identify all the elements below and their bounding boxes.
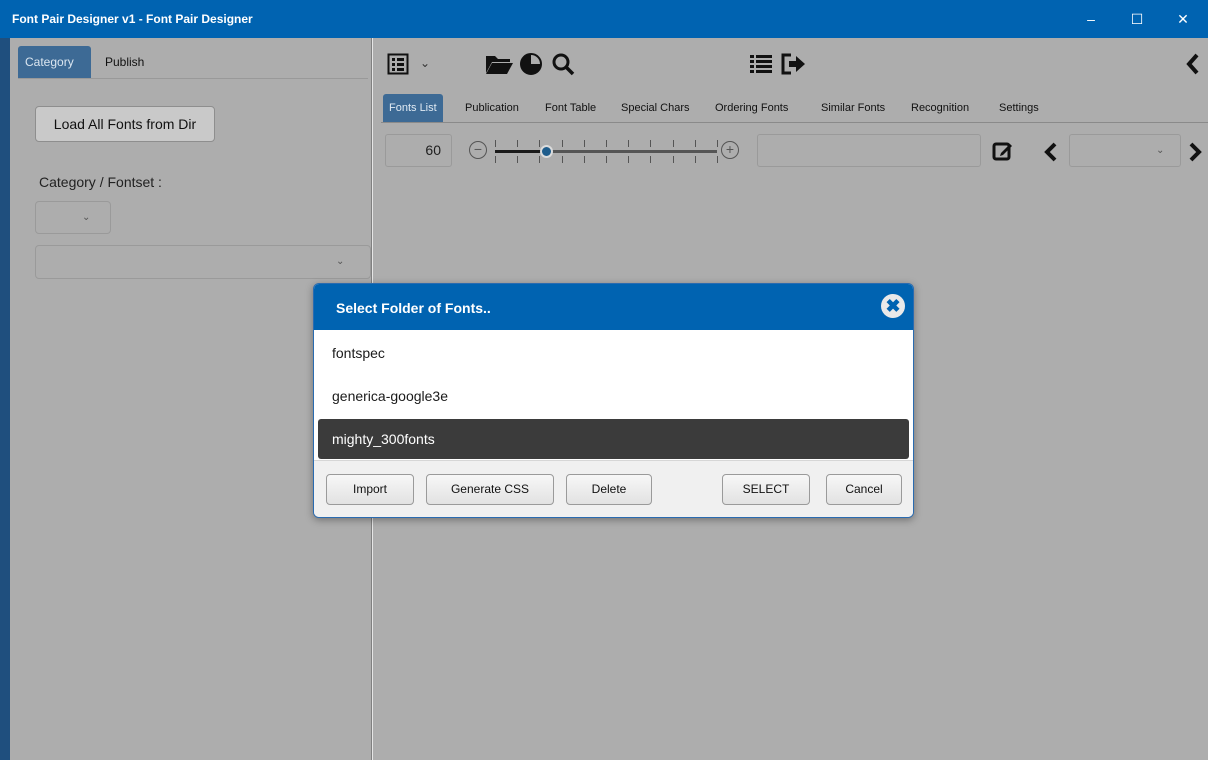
next-arrow-icon[interactable] <box>1185 134 1205 167</box>
zoom-in-icon[interactable]: + <box>721 141 739 159</box>
font-size-slider[interactable]: − + <box>459 134 739 168</box>
tab-settings[interactable]: Settings <box>999 94 1039 122</box>
tab-similar-fonts[interactable]: Similar Fonts <box>821 94 885 122</box>
slider-knob[interactable] <box>539 145 553 158</box>
folder-item-mighty-300fonts[interactable]: mighty_300fonts <box>318 419 909 459</box>
slider-tick <box>539 140 541 147</box>
tab-category[interactable]: Category <box>18 46 91 78</box>
slider-tick <box>717 156 718 163</box>
category-select[interactable]: ⌄ <box>35 201 111 234</box>
edit-icon[interactable] <box>989 134 1017 167</box>
dialog-title: Select Folder of Fonts.. <box>336 300 491 316</box>
slider-track-fill <box>495 150 547 153</box>
slider-tick <box>495 140 496 147</box>
bullet-list-icon[interactable] <box>747 46 775 80</box>
generate-css-button[interactable]: Generate CSS <box>426 474 554 505</box>
delete-button[interactable]: Delete <box>566 474 652 505</box>
slider-tick <box>495 156 496 163</box>
search-icon[interactable] <box>549 46 577 80</box>
fontset-select[interactable]: ⌄ <box>35 245 371 279</box>
page-select[interactable]: ⌄ <box>1069 134 1181 167</box>
slider-tick <box>539 156 541 163</box>
tab-special-chars[interactable]: Special Chars <box>621 94 689 122</box>
slider-tick <box>628 156 630 163</box>
title-bar: Font Pair Designer v1 - Font Pair Design… <box>0 0 1208 38</box>
select-button[interactable]: SELECT <box>722 474 810 505</box>
tab-divider <box>18 78 368 79</box>
slider-tick <box>583 156 585 163</box>
tab-recognition[interactable]: Recognition <box>911 94 969 122</box>
sample-text-input[interactable] <box>757 134 981 167</box>
contrast-icon[interactable] <box>517 46 545 80</box>
zoom-out-icon[interactable]: − <box>469 141 487 159</box>
slider-tick <box>650 140 652 147</box>
export-icon[interactable] <box>779 46 807 80</box>
folder-open-icon[interactable] <box>483 46 515 80</box>
dialog-header: Select Folder of Fonts.. ✖ <box>314 284 913 330</box>
close-window-button[interactable]: ✕ <box>1160 0 1206 38</box>
import-button[interactable]: Import <box>326 474 414 505</box>
chevron-down-icon: ⌄ <box>1156 145 1165 156</box>
slider-tick <box>694 140 696 147</box>
load-all-fonts-button[interactable]: Load All Fonts from Dir <box>35 106 215 142</box>
slider-tick <box>561 156 563 163</box>
slider-tick <box>517 140 519 147</box>
minimize-button[interactable]: – <box>1068 0 1114 38</box>
collapse-left-icon[interactable] <box>1181 46 1205 80</box>
tab-publish[interactable]: Publish <box>98 46 151 78</box>
slider-tick <box>717 140 718 147</box>
list-view-icon[interactable] <box>385 46 411 80</box>
slider-tick <box>517 156 519 163</box>
tab-ordering-fonts[interactable]: Ordering Fonts <box>715 94 788 122</box>
font-size-input[interactable]: 60 <box>385 134 452 167</box>
tab-font-table[interactable]: Font Table <box>545 94 596 122</box>
window-left-edge <box>0 38 10 760</box>
slider-tick <box>650 156 652 163</box>
chevron-down-icon: ⌄ <box>336 256 345 267</box>
folder-item-fontspec[interactable]: fontspec <box>318 333 909 373</box>
slider-tick <box>672 156 674 163</box>
chevron-down-icon: ⌄ <box>82 212 91 223</box>
folder-item-generica-google3e[interactable]: generica-google3e <box>318 376 909 416</box>
slider-tick <box>694 156 696 163</box>
category-fontset-label: Category / Fontset : <box>39 174 162 190</box>
folder-list: fontspec generica-google3e mighty_300fon… <box>314 330 913 460</box>
tab-divider <box>381 122 1208 123</box>
slider-tick <box>606 156 607 163</box>
select-folder-dialog: Select Folder of Fonts.. ✖ fontspec gene… <box>313 283 914 518</box>
tab-publication[interactable]: Publication <box>465 94 519 122</box>
maximize-button[interactable]: ☐ <box>1114 0 1160 38</box>
dialog-close-icon[interactable]: ✖ <box>881 294 905 318</box>
view-dropdown-chevron-icon[interactable]: ⌄ <box>415 46 435 80</box>
previous-arrow-icon[interactable] <box>1041 134 1061 167</box>
slider-tick <box>672 140 674 147</box>
cancel-button[interactable]: Cancel <box>826 474 902 505</box>
dialog-footer: Import Generate CSS Delete SELECT Cancel <box>314 460 913 517</box>
window-title: Font Pair Designer v1 - Font Pair Design… <box>12 12 253 26</box>
slider-tick <box>583 140 585 147</box>
tab-fonts-list[interactable]: Fonts List <box>383 94 443 122</box>
slider-tick <box>628 140 630 147</box>
slider-tick <box>606 140 607 147</box>
slider-tick <box>561 140 563 147</box>
